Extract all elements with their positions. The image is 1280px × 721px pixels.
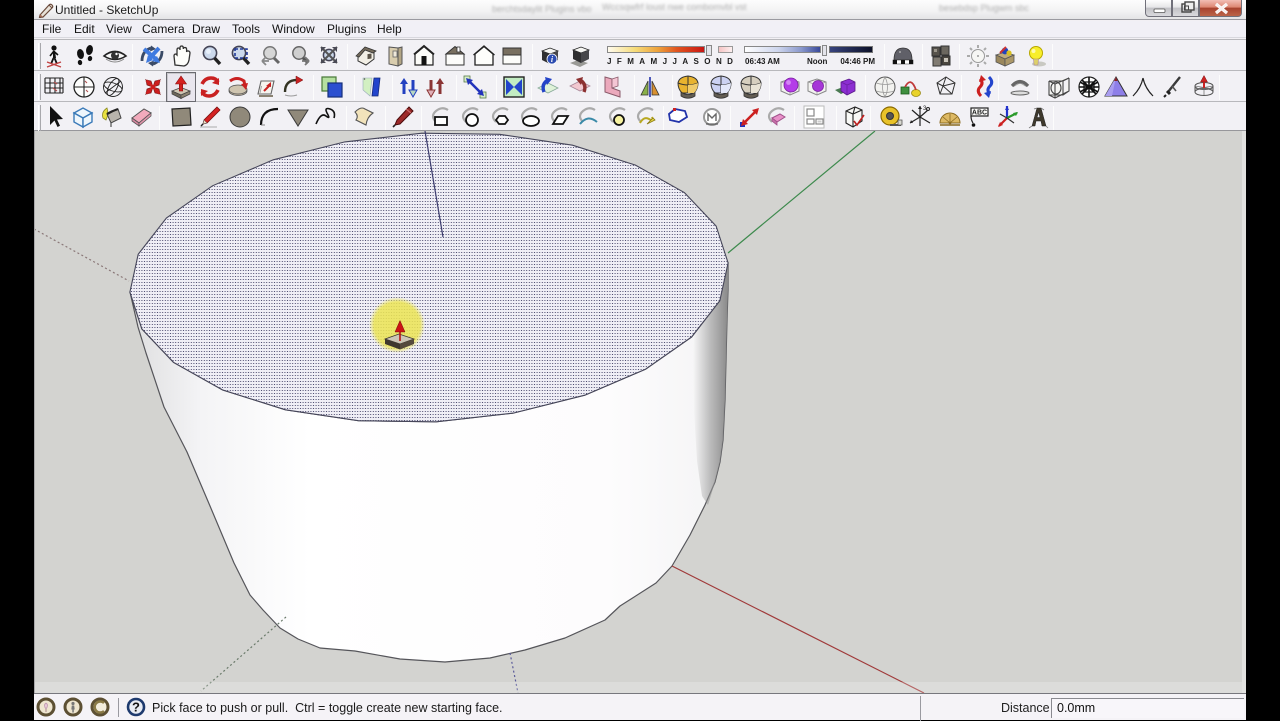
svg-text:?: ? <box>132 700 140 715</box>
svg-text:ABC: ABC <box>972 110 987 117</box>
